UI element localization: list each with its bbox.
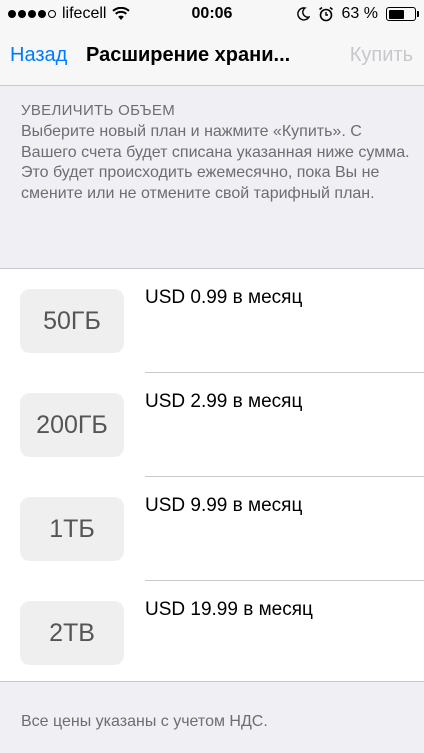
page-title: Расширение храни... — [86, 44, 291, 66]
status-bar: lifecell 00:06 63 % — [0, 0, 424, 28]
plan-option-1tb[interactable]: 1ТБ USD 9.99 в месяц — [0, 477, 424, 581]
plan-size-badge: 50ГБ — [20, 289, 124, 353]
plan-price: USD 9.99 в месяц — [145, 495, 303, 516]
plan-list: 50ГБ USD 0.99 в месяц 200ГБ USD 2.99 в м… — [0, 268, 424, 682]
plan-price: USD 0.99 в месяц — [145, 287, 303, 308]
battery-level — [388, 9, 405, 19]
plan-size-badge: 2ТВ — [20, 601, 124, 665]
plan-option-200gb[interactable]: 200ГБ USD 2.99 в месяц — [0, 373, 424, 477]
plan-option-2tb[interactable]: 2ТВ USD 19.99 в месяц — [0, 581, 424, 685]
back-button[interactable]: Назад — [10, 44, 67, 67]
battery-percent: 63 % — [341, 5, 378, 22]
moon-icon — [296, 7, 310, 21]
section-description: Выберите новый план и нажмите «Купить». … — [21, 123, 410, 202]
section-title: УВЕЛИЧИТЬ ОБЪЕМ — [21, 102, 176, 119]
status-right: 63 % — [296, 5, 419, 23]
plan-price: USD 2.99 в месяц — [145, 391, 303, 412]
plan-size-badge: 200ГБ — [20, 393, 124, 457]
battery-icon — [386, 7, 419, 21]
plan-size-badge: 1ТБ — [20, 497, 124, 561]
navigation-bar: Назад Расширение храни... Купить — [0, 28, 424, 86]
plan-price: USD 19.99 в месяц — [145, 599, 313, 620]
alarm-clock-icon — [318, 6, 333, 22]
plan-option-50gb[interactable]: 50ГБ USD 0.99 в месяц — [0, 269, 424, 373]
footer-note: Все цены указаны с учетом НДС. — [21, 713, 268, 730]
section-header: УВЕЛИЧИТЬ ОБЪЕМ Выберите новый план и на… — [21, 102, 413, 204]
buy-button[interactable]: Купить — [350, 44, 413, 67]
